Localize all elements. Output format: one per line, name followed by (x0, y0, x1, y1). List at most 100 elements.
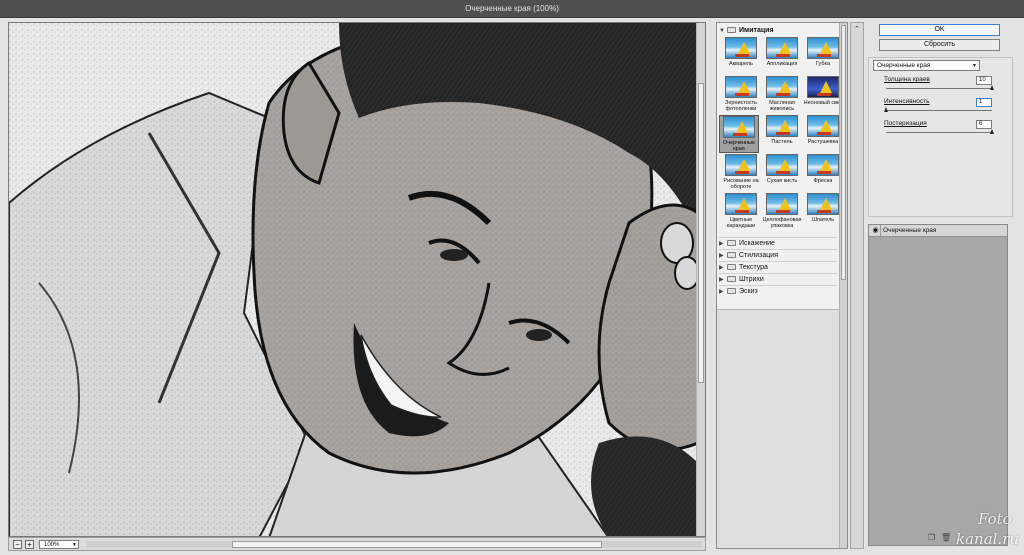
param-slider-knob[interactable] (884, 107, 888, 112)
preview-horizontal-scroll-thumb[interactable] (232, 541, 602, 548)
category-label: Штрихи (739, 276, 764, 283)
filter-label: Цветные карандаши (726, 217, 756, 229)
preview-vertical-scrollbar[interactable] (696, 23, 705, 536)
filter-tile[interactable]: Цветные карандаши (721, 193, 761, 231)
filter-thumbnail (807, 76, 839, 98)
chevron-down-icon: ▼ (972, 63, 977, 69)
window-title: Очерченные края (100%) (0, 0, 1024, 18)
param-label: Толщина краев (884, 76, 930, 83)
category-texture[interactable]: ▶ Текстура (719, 261, 837, 273)
filter-thumbnail (807, 115, 839, 137)
chevron-down-icon: ▼ (72, 542, 77, 548)
filter-tile[interactable]: Рисование на обороте (721, 154, 761, 192)
filter-label: Целлофановая упаковка (762, 217, 802, 229)
filter-select-value: Очерченные края (877, 62, 931, 69)
preview-image (9, 23, 698, 536)
param-slider-track[interactable] (886, 88, 992, 89)
filter-tile[interactable]: Растушевка (803, 115, 843, 153)
reset-button[interactable]: Сбросить (879, 39, 1000, 51)
filter-tile[interactable]: Акварель (721, 37, 761, 75)
watermark-line1: Foto (978, 510, 1012, 528)
preview-status-bar: − + 100% ▼ (8, 537, 706, 551)
filter-label: Растушевка (807, 139, 839, 145)
filter-tile[interactable]: Целлофановая упаковка (762, 193, 802, 231)
filter-tile[interactable]: Губка (803, 37, 843, 75)
effect-layer-row[interactable]: ◉ Очерченные края (869, 225, 1007, 237)
gallery-scrollbar[interactable] (839, 23, 847, 548)
filter-tile[interactable]: Фреска (803, 154, 843, 192)
filter-settings-panel: Очерченные края ▼ Толщина краев 10 Интен… (868, 57, 1013, 217)
filter-tile[interactable]: Шпатель (803, 193, 843, 231)
category-imitation[interactable]: ▼ Имитация (719, 25, 839, 36)
zoom-select[interactable]: 100% ▼ (39, 540, 79, 549)
filter-thumbnail (723, 116, 755, 138)
ok-button[interactable]: OK (879, 24, 1000, 36)
preview-horizontal-scrollbar[interactable] (87, 541, 702, 548)
param-slider-track[interactable] (886, 132, 992, 133)
filter-label: Масляная живопись (769, 100, 795, 112)
filter-label: Сухая кисть (766, 178, 798, 184)
filter-thumbnail (766, 37, 798, 59)
trash-icon[interactable]: 🗑 (941, 534, 951, 542)
filter-gallery: ▼ Имитация Акварель Аппликация Губка Зерн… (716, 22, 848, 549)
param-value-input[interactable]: 6 (976, 120, 992, 129)
param-slider-knob[interactable] (990, 129, 994, 134)
param-posterization: Постеризация 6 (884, 120, 994, 140)
filter-thumbnail (766, 115, 798, 137)
category-strokes[interactable]: ▶ Штрихи (719, 273, 837, 285)
folder-icon (727, 288, 736, 294)
filter-tile[interactable]: Неоновый свет (803, 76, 843, 114)
filter-label: Пастель (771, 139, 793, 145)
filter-label: Фреска (813, 178, 833, 184)
category-stylize[interactable]: ▶ Стилизация (719, 249, 837, 261)
filter-thumbnail (766, 193, 798, 215)
filter-tile[interactable]: Пастель (762, 115, 802, 153)
filter-label: Зернистость фотопленки (725, 100, 757, 112)
category-label: Текстура (739, 264, 768, 271)
param-label: Интенсивность (884, 98, 930, 105)
filter-label: Акварель (728, 61, 753, 67)
filter-gallery-window: − + 100% ▼ ▼ Имитация Акварель Аппликация… (0, 18, 1024, 555)
filter-thumbnail (807, 193, 839, 215)
folder-icon (727, 240, 736, 246)
filter-thumbnail (725, 37, 757, 59)
gallery-scroll-thumb[interactable] (841, 25, 846, 280)
category-sketch[interactable]: ▶ Эскиз (719, 285, 837, 297)
zoom-in-button[interactable]: + (25, 540, 34, 549)
param-slider-track[interactable] (886, 110, 992, 111)
filter-tile-selected[interactable]: Очерченные края (719, 115, 759, 153)
filter-select[interactable]: Очерченные края ▼ (873, 60, 980, 71)
eye-icon[interactable]: ◉ (871, 225, 881, 236)
param-slider-knob[interactable] (990, 85, 994, 90)
collapse-gallery-toggle[interactable]: ⌃ (850, 22, 864, 549)
param-label: Постеризация (884, 120, 927, 127)
filter-tile[interactable]: Зернистость фотопленки (721, 76, 761, 114)
effect-layer-name: Очерченные края (883, 227, 937, 234)
watermark-line2: kanal.ru (956, 530, 1020, 548)
triangle-down-icon: ▼ (719, 28, 725, 34)
filter-label: Рисование на обороте (723, 178, 759, 190)
new-layer-icon[interactable]: ❐ (928, 534, 936, 542)
effect-layers-panel: ◉ Очерченные края (868, 224, 1008, 546)
filter-label: Аппликация (766, 61, 798, 67)
filter-thumbnail (807, 154, 839, 176)
filter-tile[interactable]: Аппликация (762, 37, 802, 75)
category-label: Эскиз (739, 288, 758, 295)
triangle-right-icon: ▶ (719, 289, 724, 295)
zoom-out-button[interactable]: − (13, 540, 22, 549)
chevron-up-icon: ⌃ (854, 26, 860, 33)
filter-thumbnail (766, 154, 798, 176)
param-value-input[interactable]: 1 (976, 98, 992, 107)
gallery-empty-area (717, 309, 840, 548)
preview-vertical-scroll-thumb[interactable] (698, 83, 704, 383)
param-value-input[interactable]: 10 (976, 76, 992, 85)
filter-thumbnail (725, 193, 757, 215)
filter-tile[interactable]: Сухая кисть (762, 154, 802, 192)
param-intensity: Интенсивность 1 (884, 98, 994, 118)
filter-tile[interactable]: Масляная живопись (762, 76, 802, 114)
filter-label: Неоновый свет (803, 100, 843, 106)
category-label: Стилизация (739, 252, 778, 259)
category-distort[interactable]: ▶ Искажение (719, 237, 837, 249)
filter-thumbnail (725, 154, 757, 176)
preview-canvas[interactable] (8, 22, 706, 537)
